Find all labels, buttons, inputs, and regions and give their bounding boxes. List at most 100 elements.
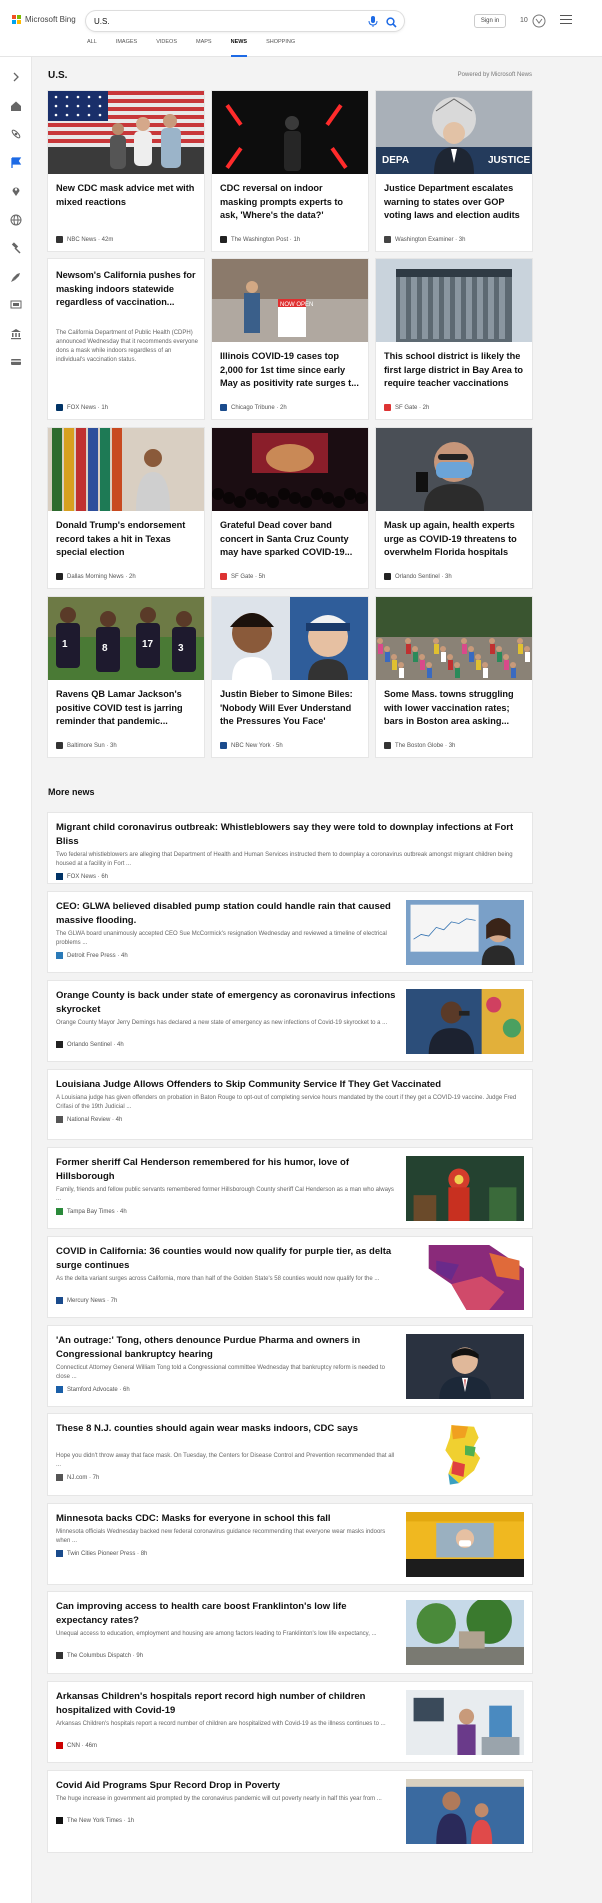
- news-title[interactable]: COVID in California: 36 counties would n…: [56, 1245, 396, 1272]
- news-card[interactable]: This school district is likely the first…: [376, 259, 532, 419]
- news-card[interactable]: Newsom's California pushes for masking i…: [48, 259, 204, 419]
- news-source[interactable]: Detroit Free Press · 4h: [56, 952, 128, 959]
- news-thumbnail[interactable]: [406, 1422, 524, 1487]
- news-item[interactable]: Migrant child coronavirus outbreak: Whis…: [48, 813, 532, 883]
- news-title[interactable]: Louisiana Judge Allows Offenders to Skip…: [56, 1078, 522, 1092]
- card-source[interactable]: SF Gate · 2h: [384, 404, 429, 411]
- expand-icon[interactable]: [10, 71, 22, 83]
- news-source[interactable]: FOX News · 6h: [56, 873, 108, 880]
- card-title[interactable]: Newsom's California pushes for masking i…: [56, 269, 198, 310]
- card-image[interactable]: [376, 597, 532, 680]
- news-card[interactable]: Justin Bieber to Simone Biles: 'Nobody W…: [212, 597, 368, 757]
- news-source[interactable]: Stamford Advocate · 6h: [56, 1386, 130, 1393]
- card-source[interactable]: FOX News · 1h: [56, 404, 108, 411]
- news-card[interactable]: DEPA JUSTICE Justice Department escalates …: [376, 91, 532, 251]
- card-title[interactable]: CDC reversal on indoor masking prompts e…: [220, 182, 362, 223]
- card-title[interactable]: Illinois COVID-19 cases top 2,000 for 1s…: [220, 350, 362, 391]
- news-card[interactable]: NOW OPEN Illinois COVID-19 cases top 2,00…: [212, 259, 368, 419]
- card-title[interactable]: Donald Trump's endorsement record takes …: [56, 519, 198, 560]
- card-image[interactable]: [48, 91, 204, 174]
- news-thumbnail[interactable]: [406, 1245, 524, 1310]
- card-title[interactable]: Justice Department escalates warning to …: [384, 182, 526, 223]
- news-card[interactable]: CDC reversal on indoor masking prompts e…: [212, 91, 368, 251]
- bing-logo[interactable]: Microsoft Bing: [12, 15, 76, 24]
- card-title[interactable]: New CDC mask advice met with mixed react…: [56, 182, 198, 209]
- science-icon[interactable]: [10, 128, 22, 140]
- globe-icon[interactable]: [10, 214, 22, 226]
- news-item[interactable]: These 8 N.J. counties should again wear …: [48, 1414, 532, 1495]
- news-thumbnail[interactable]: [406, 1690, 524, 1755]
- microphone-icon[interactable]: [368, 15, 378, 33]
- menu-icon[interactable]: [560, 15, 572, 27]
- news-item[interactable]: COVID in California: 36 counties would n…: [48, 1237, 532, 1317]
- news-item[interactable]: 'An outrage:' Tong, others denounce Purd…: [48, 1326, 532, 1406]
- card-source[interactable]: Orlando Sentinel · 3h: [384, 573, 452, 580]
- news-source[interactable]: Tampa Bay Times · 4h: [56, 1208, 127, 1215]
- tab-images[interactable]: IMAGES: [116, 39, 137, 57]
- card-source[interactable]: Chicago Tribune · 2h: [220, 404, 287, 411]
- news-item[interactable]: Covid Aid Programs Spur Record Drop in P…: [48, 1771, 532, 1852]
- news-source[interactable]: Orlando Sentinel · 4h: [56, 1041, 124, 1048]
- card-image[interactable]: [48, 428, 204, 511]
- news-title[interactable]: Arkansas Children's hospitals report rec…: [56, 1690, 396, 1717]
- sign-in-button[interactable]: Sign in: [474, 14, 506, 28]
- card-icon[interactable]: [10, 356, 22, 368]
- card-source[interactable]: SF Gate · 5h: [220, 573, 265, 580]
- news-source[interactable]: The Columbus Dispatch · 9h: [56, 1652, 143, 1659]
- flag-icon[interactable]: [10, 156, 22, 169]
- card-image[interactable]: [212, 91, 368, 174]
- news-title[interactable]: Orange County is back under state of eme…: [56, 989, 396, 1016]
- news-source[interactable]: National Review · 4h: [56, 1116, 122, 1123]
- search-input[interactable]: [94, 14, 364, 28]
- news-thumbnail[interactable]: [406, 1156, 524, 1221]
- card-source[interactable]: Washington Examiner · 3h: [384, 236, 465, 243]
- news-item[interactable]: Former sheriff Cal Henderson remembered …: [48, 1148, 532, 1228]
- news-title[interactable]: Can improving access to health care boos…: [56, 1600, 396, 1627]
- card-title[interactable]: This school district is likely the first…: [384, 350, 526, 391]
- news-thumbnail[interactable]: [406, 900, 524, 965]
- news-card[interactable]: Grateful Dead cover band concert in Sant…: [212, 428, 368, 588]
- news-thumbnail[interactable]: [406, 1512, 524, 1577]
- news-item[interactable]: Orange County is back under state of eme…: [48, 981, 532, 1061]
- card-source[interactable]: Baltimore Sun · 3h: [56, 742, 117, 749]
- card-image[interactable]: NOW OPEN: [212, 259, 368, 342]
- news-thumbnail[interactable]: [406, 1779, 524, 1844]
- news-title[interactable]: Former sheriff Cal Henderson remembered …: [56, 1156, 396, 1183]
- card-title[interactable]: Some Mass. towns struggling with lower v…: [384, 688, 526, 729]
- news-title[interactable]: Migrant child coronavirus outbreak: Whis…: [56, 821, 522, 848]
- tab-maps[interactable]: MAPS: [196, 39, 212, 57]
- news-source[interactable]: NJ.com · 7h: [56, 1474, 99, 1481]
- news-card[interactable]: Some Mass. towns struggling with lower v…: [376, 597, 532, 757]
- tab-shopping[interactable]: SHOPPING: [266, 39, 295, 57]
- card-image[interactable]: [212, 597, 368, 680]
- news-source[interactable]: Mercury News · 7h: [56, 1297, 117, 1304]
- card-title[interactable]: Grateful Dead cover band concert in Sant…: [220, 519, 362, 560]
- search-box[interactable]: [86, 11, 404, 31]
- news-item[interactable]: Can improving access to health care boos…: [48, 1592, 532, 1673]
- news-item[interactable]: Minnesota backs CDC: Masks for everyone …: [48, 1504, 532, 1584]
- tab-videos[interactable]: VIDEOS: [156, 39, 177, 57]
- news-source[interactable]: CNN · 46m: [56, 1742, 97, 1749]
- tab-news[interactable]: NEWS: [230, 39, 247, 57]
- tab-all[interactable]: ALL: [87, 39, 97, 57]
- news-source[interactable]: The New York Times · 1h: [56, 1817, 134, 1824]
- card-image[interactable]: [376, 259, 532, 342]
- news-card[interactable]: 1 8 17 3 Ravens QB Lamar Jackson's positive …: [48, 597, 204, 757]
- rewards-icon[interactable]: [532, 14, 546, 33]
- card-source[interactable]: The Washington Post · 1h: [220, 236, 300, 243]
- news-card[interactable]: New CDC mask advice met with mixed react…: [48, 91, 204, 251]
- news-title[interactable]: These 8 N.J. counties should again wear …: [56, 1422, 396, 1436]
- card-source[interactable]: Dallas Morning News · 2h: [56, 573, 136, 580]
- gavel-icon[interactable]: [10, 242, 22, 254]
- card-title[interactable]: Justin Bieber to Simone Biles: 'Nobody W…: [220, 688, 362, 729]
- card-title[interactable]: Mask up again, health experts urge as CO…: [384, 519, 526, 560]
- card-image[interactable]: [212, 428, 368, 511]
- news-title[interactable]: CEO: GLWA believed disabled pump station…: [56, 900, 396, 927]
- news-item[interactable]: Louisiana Judge Allows Offenders to Skip…: [48, 1070, 532, 1139]
- card-title[interactable]: Ravens QB Lamar Jackson's positive COVID…: [56, 688, 198, 729]
- card-image[interactable]: 1 8 17 3: [48, 597, 204, 680]
- rocket-icon[interactable]: [10, 271, 22, 283]
- location-pin-icon[interactable]: [10, 185, 22, 197]
- search-icon[interactable]: [386, 15, 397, 33]
- news-title[interactable]: 'An outrage:' Tong, others denounce Purd…: [56, 1334, 396, 1361]
